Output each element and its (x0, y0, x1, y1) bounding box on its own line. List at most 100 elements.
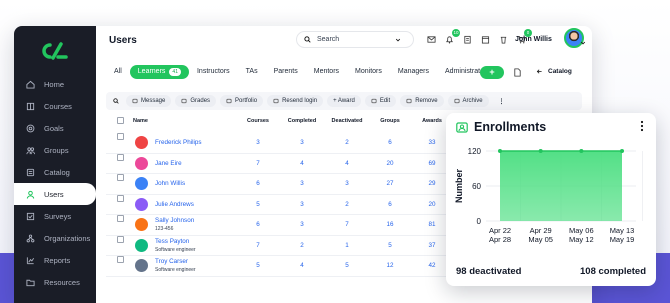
chevron-down-icon[interactable] (580, 40, 586, 46)
calendar-icon[interactable] (480, 34, 491, 45)
row-checkbox[interactable] (117, 215, 124, 222)
cell-deactivated[interactable]: 5 (337, 262, 357, 269)
sidebar-item-organizations[interactable]: Organizations (14, 227, 96, 249)
chevron-down-icon[interactable] (395, 37, 401, 43)
row-checkbox[interactable] (117, 153, 124, 161)
cell-courses[interactable]: 3 (248, 139, 268, 146)
enrollments-chart: 060120Apr 22Apr 28Apr 29May 05May 06May … (454, 147, 643, 244)
user-name-link[interactable]: Sally Johnson (155, 217, 194, 224)
column-header-completed[interactable]: Completed (284, 118, 320, 124)
document-icon[interactable] (513, 68, 522, 77)
sidebar-item-goals[interactable]: Goals (14, 117, 96, 139)
cell-deactivated[interactable]: 7 (337, 221, 357, 228)
action-edit-button[interactable]: Edit (364, 95, 397, 107)
cell-courses[interactable]: 6 (248, 221, 268, 228)
cell-awards[interactable]: 42 (422, 262, 442, 269)
tab-mentors[interactable]: Mentors (306, 65, 347, 79)
column-header-deactivated[interactable]: Deactivated (329, 118, 365, 124)
sidebar-item-users[interactable]: Users (14, 183, 96, 205)
cell-completed[interactable]: 4 (292, 262, 312, 269)
tab-monitors[interactable]: Monitors (347, 65, 390, 79)
cell-completed[interactable]: 3 (292, 139, 312, 146)
cell-courses[interactable]: 5 (248, 201, 268, 208)
row-checkbox[interactable] (117, 133, 124, 140)
tab-instructors[interactable]: Instructors (189, 65, 238, 79)
row-checkbox[interactable] (117, 235, 124, 243)
action-message-button[interactable]: Message (126, 95, 172, 107)
cell-deactivated[interactable]: 1 (337, 242, 357, 249)
cell-completed[interactable]: 4 (292, 160, 312, 167)
more-options-icon[interactable] (640, 120, 644, 132)
sidebar-item-reports[interactable]: Reports (14, 249, 96, 271)
cell-deactivated[interactable]: 3 (337, 180, 357, 187)
action-remove-button[interactable]: Remove (400, 95, 444, 107)
column-header-courses[interactable]: Courses (240, 118, 276, 124)
action-portfolio-button[interactable]: Portfolio (220, 95, 264, 107)
row-checkbox[interactable] (117, 256, 124, 263)
column-header-groups[interactable]: Groups (372, 118, 408, 124)
more-actions-icon[interactable]: ⋮ (493, 95, 511, 107)
action-grades-button[interactable]: Grades (175, 95, 217, 107)
cell-groups[interactable]: 20 (380, 160, 400, 167)
sidebar-item-home[interactable]: Home (14, 73, 96, 95)
trash-icon[interactable] (498, 34, 509, 45)
sidebar-item-courses[interactable]: Courses (14, 95, 96, 117)
cell-completed[interactable]: 3 (292, 180, 312, 187)
user-name-link[interactable]: Troy Carser (155, 258, 188, 265)
user-name-link[interactable]: Jane Eire (155, 160, 182, 167)
user-name[interactable]: John Willis (515, 36, 552, 43)
sidebar-item-surveys[interactable]: Surveys (14, 205, 96, 227)
cell-awards[interactable]: 81 (422, 221, 442, 228)
cell-completed[interactable]: 3 (292, 221, 312, 228)
cell-courses[interactable]: 5 (248, 262, 268, 269)
cell-awards[interactable]: 20 (422, 201, 442, 208)
cell-groups[interactable]: 6 (380, 201, 400, 208)
bell-icon[interactable]: 10 (444, 29, 460, 45)
cell-completed[interactable]: 3 (292, 201, 312, 208)
action-award-button[interactable]: + Award (327, 95, 361, 107)
tab-learners[interactable]: Learners 41 (129, 65, 189, 79)
select-all-checkbox[interactable] (117, 117, 124, 124)
user-name-link[interactable]: John Willis (155, 180, 185, 187)
add-user-button[interactable]: + (480, 66, 504, 79)
cell-groups[interactable]: 16 (380, 221, 400, 228)
tab-parents[interactable]: Parents (266, 65, 306, 79)
search-input[interactable]: Search (296, 31, 414, 48)
cell-deactivated[interactable]: 2 (337, 139, 357, 146)
action-resend-login-button[interactable]: Resend login (267, 95, 324, 107)
sidebar-item-label: Resources (44, 277, 80, 287)
user-name-link[interactable]: Julie Andrews (155, 201, 194, 208)
catalog-button[interactable]: Catalog (536, 68, 572, 75)
sidebar-item-groups[interactable]: Groups (14, 139, 96, 161)
cell-courses[interactable]: 6 (248, 180, 268, 187)
sidebar-item-resources[interactable]: Resources (14, 271, 96, 293)
cell-awards[interactable]: 33 (422, 139, 442, 146)
cell-courses[interactable]: 7 (248, 242, 268, 249)
column-header-awards[interactable]: Awards (414, 118, 450, 124)
cell-awards[interactable]: 69 (422, 160, 442, 167)
cell-groups[interactable]: 27 (380, 180, 400, 187)
cell-courses[interactable]: 7 (248, 160, 268, 167)
row-checkbox[interactable] (117, 194, 124, 202)
cell-deactivated[interactable]: 4 (337, 160, 357, 167)
column-header-name[interactable]: Name (133, 118, 148, 124)
row-checkbox[interactable] (117, 174, 124, 181)
cell-completed[interactable]: 2 (292, 242, 312, 249)
tab-tas[interactable]: TAs (238, 65, 266, 79)
tab-managers[interactable]: Managers (390, 65, 437, 79)
sidebar-item-catalog[interactable]: Catalog (14, 161, 96, 183)
action-archive-button[interactable]: Archive (447, 95, 489, 107)
cell-awards[interactable]: 37 (422, 242, 442, 249)
table-search-button[interactable] (110, 95, 122, 107)
cell-groups[interactable]: 6 (380, 139, 400, 146)
cell-deactivated[interactable]: 2 (337, 201, 357, 208)
user-name-link[interactable]: Tess Payton (155, 238, 189, 245)
cell-groups[interactable]: 12 (380, 262, 400, 269)
clipboard-icon[interactable] (462, 34, 473, 45)
tab-all[interactable]: All (106, 65, 130, 79)
cell-groups[interactable]: 5 (380, 242, 400, 249)
y-axis-label: Number (454, 169, 464, 204)
cell-awards[interactable]: 29 (422, 180, 442, 187)
user-name-link[interactable]: Frederick Philips (155, 139, 202, 146)
mail-icon[interactable] (426, 34, 437, 45)
